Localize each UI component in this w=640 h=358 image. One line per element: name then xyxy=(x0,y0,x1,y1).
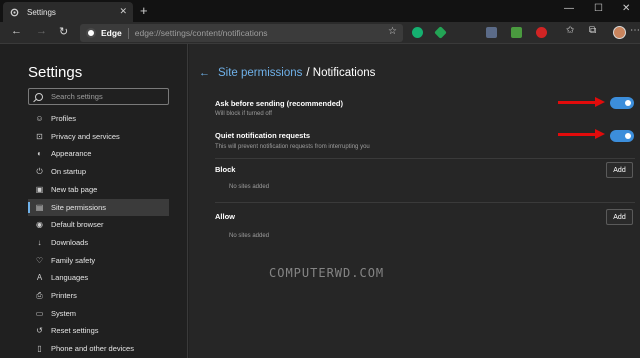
settings-content: ← Site permissions / Notifications Ask b… xyxy=(189,44,640,358)
tab-title: Settings xyxy=(27,7,56,17)
allow-empty-text: No sites added xyxy=(229,233,270,239)
sidebar-item-label: Downloads xyxy=(51,237,89,247)
lock-icon: ⊡ xyxy=(36,131,43,141)
annotation-arrow xyxy=(558,97,605,107)
sidebar-item-downloads[interactable]: ↓ Downloads xyxy=(28,234,169,251)
search-input[interactable]: Search settings xyxy=(28,88,169,105)
watermark: COMPUTERWD.COM xyxy=(269,266,385,280)
divider xyxy=(215,202,635,203)
setting-quiet-subtitle: This will prevent notification requests … xyxy=(215,144,370,150)
sidebar-item-system[interactable]: ▭ System xyxy=(28,305,169,322)
maximize-button[interactable]: ☐ xyxy=(594,3,603,14)
divider xyxy=(215,158,635,159)
back-arrow-icon[interactable]: ← xyxy=(11,25,22,37)
browser-brand: Edge xyxy=(101,28,122,38)
collections-icon[interactable]: ⧉ xyxy=(589,25,596,36)
sidebar-item-label: Default browser xyxy=(51,220,104,230)
sidebar-item-privacy-and-services[interactable]: ⊡ Privacy and services xyxy=(28,128,169,145)
breadcrumb-link[interactable]: Site permissions xyxy=(218,67,302,79)
sidebar-item-profiles[interactable]: ☺ Profiles xyxy=(28,110,169,127)
new-tab-button[interactable]: + xyxy=(140,3,148,19)
quiet-notification-toggle[interactable] xyxy=(610,130,634,142)
more-menu-icon[interactable]: ⋯ xyxy=(630,25,640,36)
ask-before-sending-toggle[interactable] xyxy=(610,97,634,109)
tab-close-icon[interactable]: ✕ xyxy=(119,6,127,17)
sidebar-item-printers[interactable]: ⎙ Printers xyxy=(28,287,169,304)
sidebar-title: Settings xyxy=(28,64,83,81)
block-section-title: Block xyxy=(215,165,236,174)
page-title: / Notifications xyxy=(306,67,376,79)
sidebar-item-label: Site permissions xyxy=(51,202,107,212)
sidebar-item-label: Family safety xyxy=(51,255,96,265)
appearance-icon: ◐ xyxy=(37,149,42,159)
extension-green-icon[interactable] xyxy=(511,27,522,38)
sidebar-item-label: Appearance xyxy=(51,149,92,159)
refresh-icon[interactable]: ↻ xyxy=(59,25,68,38)
allow-add-button[interactable]: Add xyxy=(606,209,633,225)
address-bar[interactable]: Edge edge://settings/content/notificatio… xyxy=(80,24,403,42)
search-placeholder: Search settings xyxy=(51,92,103,101)
sidebar-item-reset-settings[interactable]: ↺ Reset settings xyxy=(28,322,169,339)
power-icon: ⏻ xyxy=(36,166,43,176)
sidebar-item-label: Profiles xyxy=(51,114,77,123)
extension-diamond-icon[interactable] xyxy=(434,26,447,39)
setting-ask-title: Ask before sending (recommended) xyxy=(215,99,343,108)
browser-toolbar: ← → ↻ Edge edge://settings/content/notif… xyxy=(0,22,640,44)
tab-settings[interactable]: Settings ✕ xyxy=(3,2,133,22)
gear-icon xyxy=(10,8,19,16)
url-text[interactable]: edge://settings/content/notifications xyxy=(135,28,268,38)
sidebar-item-phone-and-other-devices[interactable]: ▯ Phone and other devices xyxy=(28,340,169,357)
address-divider xyxy=(127,27,129,39)
sidebar-item-family-safety[interactable]: ♡ Family safety xyxy=(28,252,169,269)
sidebar-item-label: Printers xyxy=(51,291,77,300)
browser-icon: ◉ xyxy=(36,220,43,230)
sidebar-item-label: Languages xyxy=(51,273,89,283)
printer-icon: ⎙ xyxy=(36,290,43,300)
site-permissions-icon: ▤ xyxy=(35,202,44,212)
close-window-button[interactable]: ✕ xyxy=(622,3,630,14)
system-icon: ▭ xyxy=(35,308,44,318)
person-icon: ☺ xyxy=(35,114,44,123)
family-icon: ♡ xyxy=(35,255,44,265)
annotation-arrow xyxy=(558,129,605,139)
setting-quiet-title: Quiet notification requests xyxy=(215,131,311,140)
setting-ask-subtitle: Will block if turned off xyxy=(215,111,272,117)
favorite-star-icon[interactable]: ☆ xyxy=(388,26,397,37)
search-icon xyxy=(35,92,43,101)
tab-strip: Settings ✕ + — ☐ ✕ xyxy=(0,0,640,22)
sidebar-item-label: New tab page xyxy=(51,184,98,194)
sidebar-item-label: On startup xyxy=(51,167,87,177)
favorites-icon[interactable]: ✩ xyxy=(566,25,574,36)
sidebar-item-label: Reset settings xyxy=(51,326,99,336)
sidebar-item-languages[interactable]: A Languages xyxy=(28,269,169,286)
block-empty-text: No sites added xyxy=(229,184,270,190)
sidebar-item-default-browser[interactable]: ◉ Default browser xyxy=(28,216,169,233)
minimize-button[interactable]: — xyxy=(564,3,574,14)
allow-section-title: Allow xyxy=(215,212,235,221)
language-icon: A xyxy=(36,273,43,283)
sidebar-item-new-tab-page[interactable]: ▣ New tab page xyxy=(28,181,169,198)
extension-red-icon[interactable] xyxy=(536,27,547,38)
profile-avatar[interactable] xyxy=(613,26,626,39)
sidebar-item-site-permissions[interactable]: ▤ Site permissions xyxy=(28,198,169,216)
sidebar-item-appearance[interactable]: ◐ Appearance xyxy=(28,145,169,162)
block-add-button[interactable]: Add xyxy=(606,162,633,178)
extension-dots-icon[interactable] xyxy=(486,27,497,38)
download-icon: ↓ xyxy=(37,237,42,247)
breadcrumb: ← Site permissions / Notifications xyxy=(199,67,375,79)
phone-icon: ▯ xyxy=(37,344,42,354)
sidebar-item-label: System xyxy=(51,308,77,318)
edge-logo-icon xyxy=(86,28,96,38)
forward-arrow-icon[interactable]: → xyxy=(36,25,47,37)
settings-sidebar: Settings Search settings ☺ Profiles ⊡ Priva… xyxy=(0,44,188,358)
sidebar-item-label: Phone and other devices xyxy=(51,344,134,354)
sidebar-item-label: Privacy and services xyxy=(51,131,120,141)
new-tab-icon: ▣ xyxy=(35,184,44,194)
back-arrow-icon[interactable]: ← xyxy=(199,67,210,79)
sidebar-item-on-startup[interactable]: ⏻ On startup xyxy=(28,163,169,180)
grammarly-extension-icon[interactable] xyxy=(412,27,423,38)
reset-icon: ↺ xyxy=(36,326,43,336)
